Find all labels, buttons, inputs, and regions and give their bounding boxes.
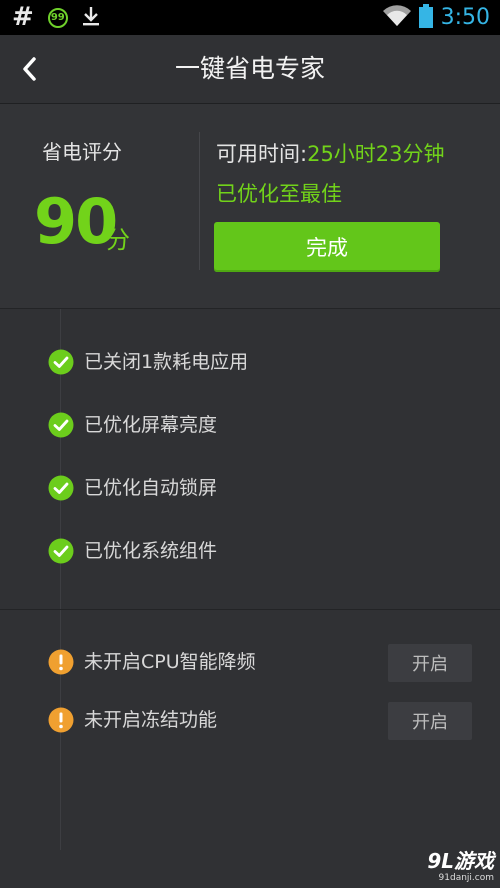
optimization-status: 已优化至最佳 (216, 182, 342, 206)
page-title: 一键省电专家 (174, 54, 325, 83)
status-bar: # 99 3:50 (0, 0, 500, 35)
list-item-label: 已优化自动锁屏 (84, 477, 218, 499)
available-time: 可用时间:25小时23分钟 (216, 138, 445, 168)
score-unit: 分 (106, 226, 130, 254)
list-item: 未开启CPU智能降频 开启 (0, 642, 500, 682)
score-panel: 省电评分 90 分 可用时间:25小时23分钟 已优化至最佳 完成 (0, 104, 500, 309)
list-item: 未开启冻结功能 开启 (0, 700, 500, 740)
optimized-list: 已关闭1款耗电应用 已优化屏幕亮度 已优化自动锁屏 已优化系统组件 (0, 309, 500, 610)
check-circle-icon (48, 475, 74, 501)
watermark-logo: 9L游戏 (427, 849, 494, 873)
pending-list: 未开启CPU智能降频 开启 未开启冻结功能 开启 (0, 610, 500, 850)
check-circle-icon (48, 538, 74, 564)
status-bar-right: 3:50 (382, 0, 490, 35)
list-item-label: 已优化系统组件 (84, 540, 218, 562)
screen: # 99 3:50 一键省电专家 省电评分 90 分 可用时间:25小时23分钟… (0, 0, 500, 888)
available-time-label: 可用时间: (216, 142, 308, 166)
available-time-value: 25小时23分钟 (307, 142, 445, 166)
app-header: 一键省电专家 (0, 35, 500, 104)
check-circle-icon (48, 412, 74, 438)
enable-freeze-button[interactable]: 开启 (388, 702, 472, 740)
check-circle-icon (48, 349, 74, 375)
hash-icon: # (12, 2, 34, 32)
watermark: 9L游戏 91danji.com (382, 850, 494, 886)
score-value: 90 (34, 185, 118, 258)
download-icon (82, 5, 100, 31)
warning-circle-icon (48, 707, 74, 733)
list-item: 已优化屏幕亮度 (0, 405, 500, 445)
list-item: 已优化系统组件 (0, 531, 500, 571)
wifi-icon (382, 4, 411, 31)
list-item-label: 已关闭1款耗电应用 (84, 351, 249, 373)
list-item: 已优化自动锁屏 (0, 468, 500, 508)
list-item: 已关闭1款耗电应用 (0, 342, 500, 382)
clock: 3:50 (440, 5, 490, 30)
status-bar-left: # 99 (12, 0, 100, 35)
battery-icon (418, 3, 433, 32)
enable-cpu-button[interactable]: 开启 (388, 644, 472, 682)
watermark-url: 91danji.com (438, 873, 494, 883)
list-item-label: 未开启CPU智能降频 (84, 651, 256, 673)
warning-circle-icon (48, 649, 74, 675)
list-item-label: 已优化屏幕亮度 (84, 414, 218, 436)
divider (199, 132, 200, 270)
list-item-label: 未开启冻结功能 (84, 709, 218, 731)
battery-saver-99-icon: 99 (47, 7, 68, 28)
done-button[interactable]: 完成 (214, 222, 440, 272)
score-label: 省电评分 (42, 140, 122, 164)
